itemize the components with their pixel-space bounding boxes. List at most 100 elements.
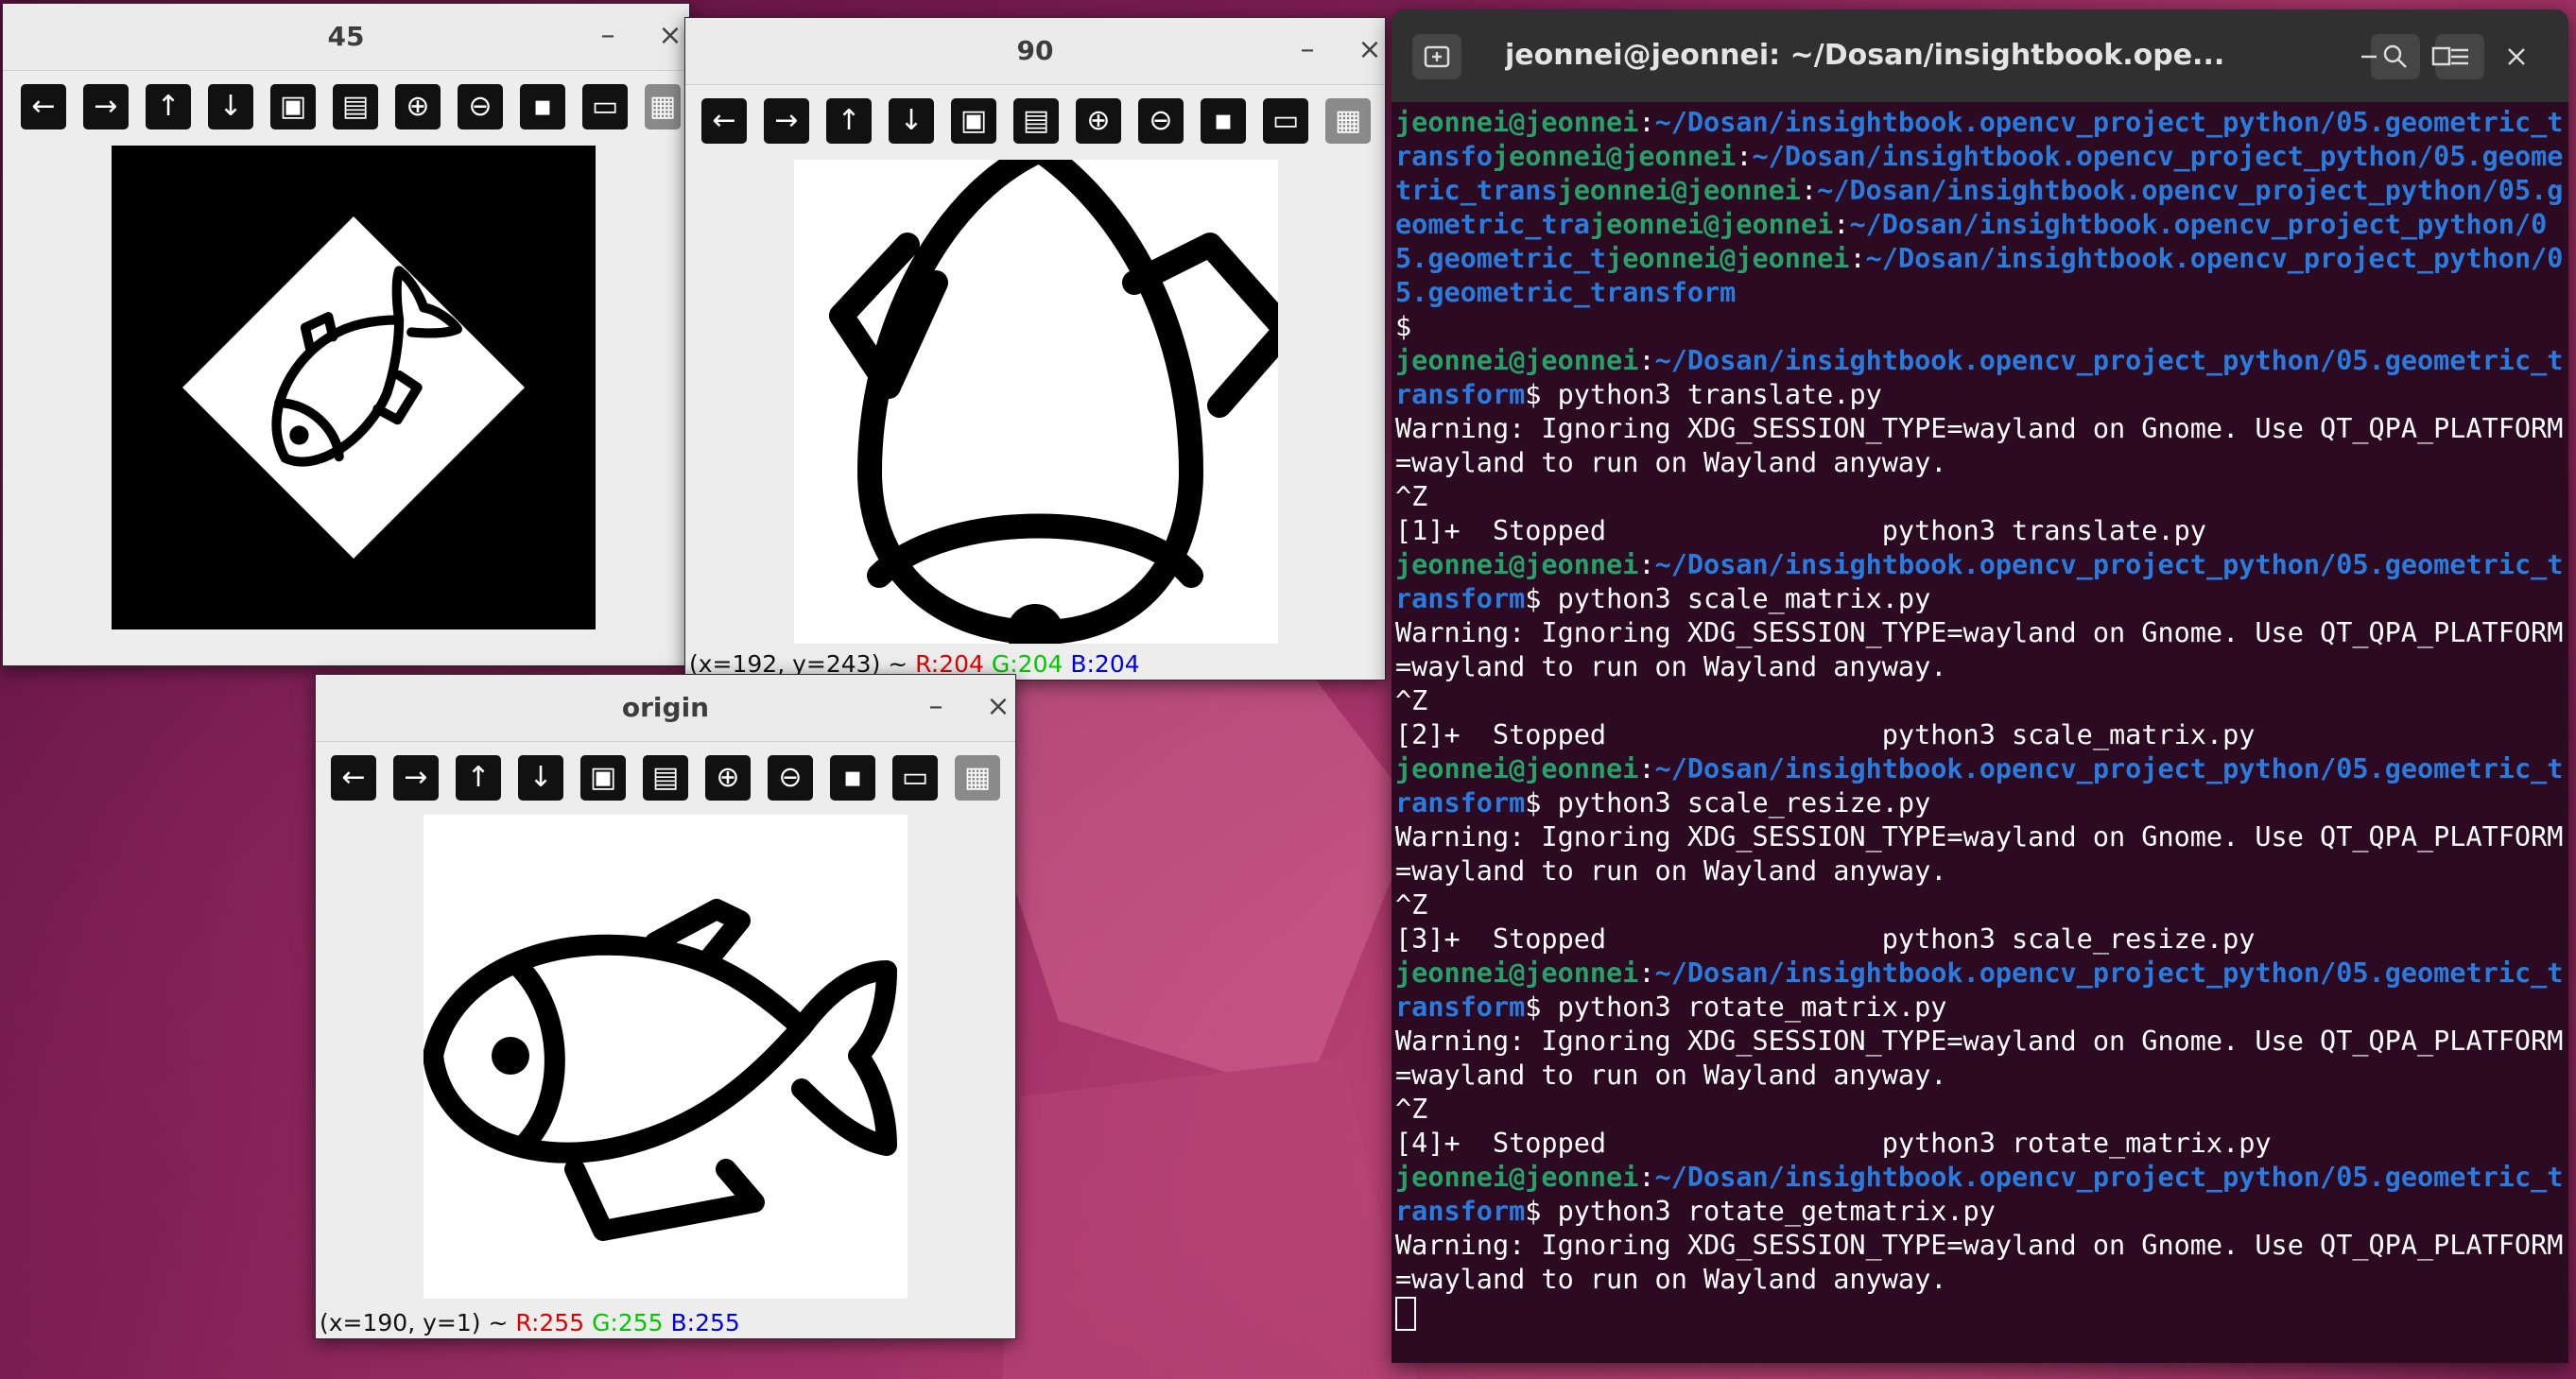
terminal-line: ^Z	[1395, 480, 2568, 514]
terminal-text: :	[1849, 243, 1866, 274]
opencv-window-45: 45 – × ← → ↑ ↓ ▣ ▤ ⊕ ⊖ ▪ ▭ ▦	[2, 3, 690, 666]
terminal-text: :	[1736, 141, 1753, 172]
arrow-up-icon[interactable]: ↑	[826, 98, 872, 144]
image-icon[interactable]: ▣	[270, 84, 316, 129]
properties-icon[interactable]: ▦	[955, 755, 1000, 801]
terminal-text: Warning: Ignoring XDG_SESSION_TYPE=wayla…	[1395, 1026, 2564, 1091]
arrow-right-icon[interactable]: →	[393, 755, 439, 801]
blue-value: B:255	[670, 1309, 740, 1336]
terminal-text: ^Z	[1395, 481, 1428, 512]
image-settings-icon[interactable]: ▤	[1013, 98, 1059, 144]
arrow-up-icon[interactable]: ↑	[146, 84, 191, 129]
zoom-in-icon[interactable]: ⊕	[705, 755, 751, 801]
terminal-text: [2]+ Stopped python3 scale_matrix.py	[1395, 719, 2256, 750]
terminal-text: ^Z	[1395, 889, 1428, 921]
terminal-line: jeonnei@jeonnei:~/Dosan/insightbook.open…	[1395, 106, 2568, 310]
terminal-text: ^Z	[1395, 1094, 1428, 1125]
image-settings-icon[interactable]: ▤	[333, 84, 378, 129]
terminal-window-controls	[2335, 34, 2562, 79]
save-icon[interactable]: ▪	[520, 84, 565, 129]
minimize-button[interactable]: –	[589, 17, 627, 55]
terminal-line: Warning: Ignoring XDG_SESSION_TYPE=wayla…	[1395, 820, 2568, 888]
terminal-text: Warning: Ignoring XDG_SESSION_TYPE=wayla…	[1395, 617, 2564, 682]
zoom-in-icon[interactable]: ⊕	[1076, 98, 1121, 144]
arrow-down-icon[interactable]: ↓	[208, 84, 253, 129]
terminal-text: :	[1638, 107, 1655, 138]
image-icon[interactable]: ▣	[951, 98, 996, 144]
fish-image	[424, 899, 897, 1241]
window-titlebar[interactable]: origin – ×	[316, 675, 1015, 742]
terminal-line: [3]+ Stopped python3 scale_resize.py	[1395, 922, 2568, 957]
image-settings-icon[interactable]: ▤	[643, 755, 688, 801]
terminal-line: [4]+ Stopped python3 rotate_matrix.py	[1395, 1127, 2568, 1161]
arrow-up-icon[interactable]: ↑	[456, 755, 501, 801]
blue-value: B:204	[1070, 650, 1140, 678]
terminal-cursor	[1395, 1297, 1416, 1331]
arrow-left-icon[interactable]: ←	[331, 755, 376, 801]
window-titlebar[interactable]: 90 – ×	[685, 18, 1385, 85]
prompt-user: jeonnei@jeonnei	[1395, 549, 1639, 580]
new-tab-icon	[1424, 45, 1450, 68]
clipboard-icon[interactable]: ▭	[892, 755, 938, 801]
terminal-text: [3]+ Stopped python3 scale_resize.py	[1395, 923, 2256, 955]
opencv-window-90: 90 – × ← → ↑ ↓ ▣ ▤ ⊕ ⊖ ▪ ▭ ▦ (x=192, y=2…	[684, 17, 1386, 681]
save-icon[interactable]: ▪	[1201, 98, 1246, 144]
arrow-left-icon[interactable]: ←	[701, 98, 747, 144]
close-button[interactable]: ×	[651, 17, 689, 55]
image-toolbar: ← → ↑ ↓ ▣ ▤ ⊕ ⊖ ▪ ▭ ▦	[316, 742, 1015, 818]
pixel-status-bar: (x=190, y=1) ~ R:255 G:255 B:255	[320, 1309, 740, 1336]
properties-icon[interactable]: ▦	[1325, 98, 1371, 144]
terminal-text: ^Z	[1395, 685, 1428, 716]
terminal-line: ^Z	[1395, 1093, 2568, 1127]
close-button[interactable]: ×	[979, 688, 1017, 726]
image-display[interactable]	[794, 160, 1278, 644]
window-title: 90	[1016, 35, 1054, 66]
close-button[interactable]: ×	[1351, 31, 1389, 69]
minimize-button[interactable]: –	[917, 688, 955, 726]
prompt-user: jeonnei@jeonnei	[1589, 209, 1834, 240]
terminal-line: jeonnei@jeonnei:~/Dosan/insightbook.open…	[1395, 548, 2568, 616]
minimize-button[interactable]: –	[1288, 31, 1326, 69]
arrow-right-icon[interactable]: →	[764, 98, 809, 144]
terminal-text: :	[1638, 753, 1655, 784]
cursor-coordinates: (x=190, y=1) ~	[320, 1309, 509, 1336]
terminal-text: :	[1833, 209, 1850, 240]
terminal-text: [1]+ Stopped python3 translate.py	[1395, 515, 2206, 546]
window-titlebar[interactable]: 45 – ×	[3, 4, 689, 71]
zoom-out-icon[interactable]: ⊖	[1138, 98, 1184, 144]
prompt-user: jeonnei@jeonnei	[1395, 957, 1639, 989]
terminal-line: [1]+ Stopped python3 translate.py	[1395, 514, 2568, 548]
zoom-out-icon[interactable]: ⊖	[458, 84, 503, 129]
terminal-line: jeonnei@jeonnei:~/Dosan/insightbook.open…	[1395, 957, 2568, 1025]
terminal-text: Warning: Ignoring XDG_SESSION_TYPE=wayla…	[1395, 1230, 2564, 1295]
terminal-text: :	[1800, 175, 1818, 206]
terminal-text: :	[1638, 957, 1655, 989]
prompt-user: jeonnei@jeonnei	[1557, 175, 1801, 206]
terminal-line: Warning: Ignoring XDG_SESSION_TYPE=wayla…	[1395, 412, 2568, 480]
prompt-user: jeonnei@jeonnei	[1395, 107, 1639, 138]
arrow-down-icon[interactable]: ↓	[518, 755, 563, 801]
image-display[interactable]	[424, 815, 908, 1299]
terminal-output[interactable]: jeonnei@jeonnei:~/Dosan/insightbook.open…	[1395, 106, 2568, 1363]
terminal-line: ^Z	[1395, 684, 2568, 718]
zoom-in-icon[interactable]: ⊕	[395, 84, 441, 129]
prompt-user: jeonnei@jeonnei	[1395, 1162, 1639, 1193]
properties-icon[interactable]: ▦	[645, 84, 681, 129]
terminal-line: ^Z	[1395, 888, 2568, 922]
prompt-user: jeonnei@jeonnei	[1492, 141, 1737, 172]
terminal-line: Warning: Ignoring XDG_SESSION_TYPE=wayla…	[1395, 616, 2568, 684]
save-icon[interactable]: ▪	[830, 755, 875, 801]
zoom-out-icon[interactable]: ⊖	[768, 755, 813, 801]
image-display[interactable]	[112, 146, 596, 629]
arrow-left-icon[interactable]: ←	[21, 84, 66, 129]
green-value: G:255	[592, 1309, 664, 1336]
clipboard-icon[interactable]: ▭	[1263, 98, 1308, 144]
arrow-down-icon[interactable]: ↓	[889, 98, 934, 144]
image-icon[interactable]: ▣	[580, 755, 626, 801]
rotated-fish-image	[829, 160, 1278, 644]
terminal-text: Warning: Ignoring XDG_SESSION_TYPE=wayla…	[1395, 413, 2564, 478]
arrow-right-icon[interactable]: →	[83, 84, 129, 129]
image-toolbar: ← → ↑ ↓ ▣ ▤ ⊕ ⊖ ▪ ▭ ▦	[685, 85, 1385, 161]
new-tab-button[interactable]	[1412, 34, 1461, 79]
clipboard-icon[interactable]: ▭	[582, 84, 628, 129]
